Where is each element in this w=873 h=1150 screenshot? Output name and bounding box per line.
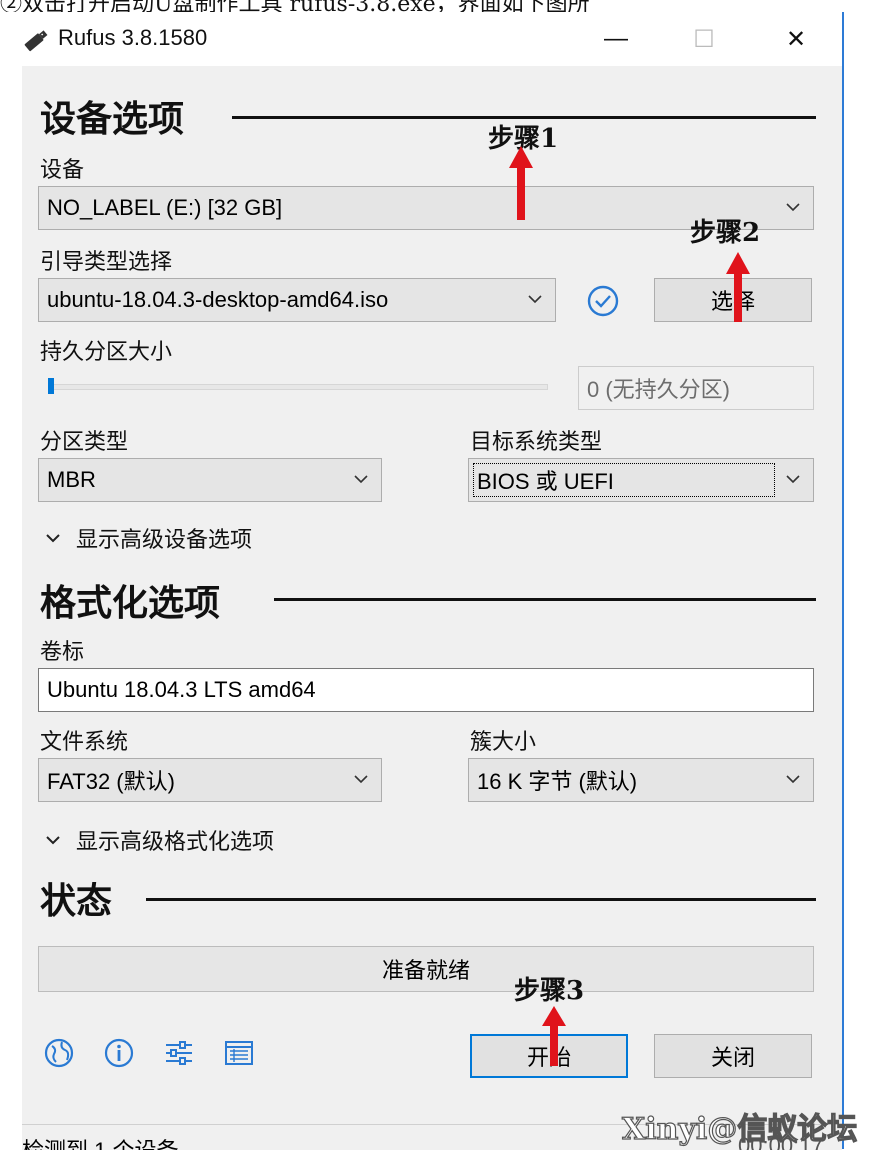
persistent-size-slider-track[interactable] (50, 384, 548, 390)
boot-selection-value: ubuntu-18.04.3-desktop-amd64.iso (47, 287, 389, 312)
file-system-value: FAT32 (默认) (47, 769, 175, 794)
device-value: NO_LABEL (E:) [32 GB] (47, 195, 283, 220)
persistent-size-label: 持久分区大小 (40, 339, 173, 364)
file-system-label: 文件系统 (40, 729, 129, 754)
chevron-down-icon (354, 775, 368, 784)
maximize-button[interactable]: ☐ (658, 12, 750, 66)
title-bar[interactable]: Rufus 3.8.1580 — ☐ ✕ (22, 12, 842, 66)
advanced-format-options-toggle[interactable]: 显示高级格式化选项 (44, 824, 274, 856)
partition-scheme-label: 分区类型 (40, 429, 129, 454)
advanced-drive-options-toggle[interactable]: 显示高级设备选项 (44, 522, 252, 554)
window-title: Rufus 3.8.1580 (58, 25, 208, 50)
status-text: 准备就绪 (381, 958, 470, 983)
advanced-format-options-label: 显示高级格式化选项 (76, 829, 275, 854)
device-label: 设备 (40, 157, 85, 182)
partition-scheme-value: MBR (47, 467, 96, 492)
status-progress-bar: 准备就绪 (38, 946, 814, 992)
file-system-dropdown[interactable]: FAT32 (默认) (38, 758, 382, 802)
target-system-label: 目标系统类型 (470, 429, 603, 454)
target-system-dropdown[interactable]: BIOS 或 UEFI (468, 458, 814, 502)
document-caption: ②双击打开启动U盘制作工具 rufus-3.8.exe，界面如下图所 (0, 0, 873, 12)
red-arrow-icon (542, 1006, 566, 1066)
close-window-button[interactable]: ✕ (750, 12, 842, 66)
chevron-down-icon (46, 534, 60, 543)
info-icon[interactable] (102, 1036, 136, 1070)
persistent-size-slider-thumb[interactable] (48, 378, 54, 394)
chevron-down-icon (354, 475, 368, 484)
advanced-drive-options-label: 显示高级设备选项 (76, 527, 253, 552)
cluster-size-value: 16 K 字节 (默认) (477, 769, 638, 794)
red-arrow-icon (509, 146, 533, 220)
boot-selection-label: 引导类型选择 (40, 249, 173, 274)
device-options-heading: 设备选项 (40, 98, 185, 139)
boot-selection-dropdown[interactable]: ubuntu-18.04.3-desktop-amd64.iso (38, 278, 556, 322)
chevron-down-icon (786, 775, 800, 784)
section-divider (274, 598, 816, 601)
section-divider (146, 898, 816, 901)
format-options-heading: 格式化选项 (40, 582, 221, 623)
device-count-text: 检测到 1 个设备 (22, 1133, 178, 1150)
volume-label-value: Ubuntu 18.04.3 LTS amd64 (47, 677, 316, 702)
chevron-down-icon (528, 295, 542, 304)
volume-label-input[interactable]: Ubuntu 18.04.3 LTS amd64 (38, 668, 814, 712)
rufus-window: Rufus 3.8.1580 — ☐ ✕ 设备选项 设备 NO_LABEL (E… (22, 12, 844, 1150)
persistent-size-field: 0 (无持久分区) (578, 366, 814, 410)
partition-scheme-dropdown[interactable]: MBR (38, 458, 382, 502)
watermark-logo: Xinyi@信蚁论坛 (621, 1111, 858, 1147)
chevron-down-icon (786, 203, 800, 212)
usb-drive-icon (24, 30, 48, 52)
cluster-size-dropdown[interactable]: 16 K 字节 (默认) (468, 758, 814, 802)
step3-annotation: 步骤3 (514, 976, 585, 1006)
minimize-button[interactable]: — (570, 12, 662, 66)
cluster-size-label: 簇大小 (470, 729, 537, 754)
close-button[interactable]: 关闭 (654, 1034, 812, 1078)
settings-sliders-icon[interactable] (162, 1036, 196, 1070)
persistent-size-value: 0 (无持久分区) (587, 377, 731, 402)
globe-icon[interactable] (42, 1036, 76, 1070)
chevron-down-icon (786, 475, 800, 484)
checksum-icon[interactable] (586, 284, 620, 318)
red-arrow-icon (726, 252, 750, 322)
chevron-down-icon (46, 836, 60, 845)
focus-rectangle (473, 463, 775, 497)
volume-label-label: 卷标 (40, 639, 85, 664)
status-heading: 状态 (40, 880, 113, 921)
log-list-icon[interactable] (222, 1036, 256, 1070)
step2-annotation: 步骤2 (690, 218, 761, 248)
